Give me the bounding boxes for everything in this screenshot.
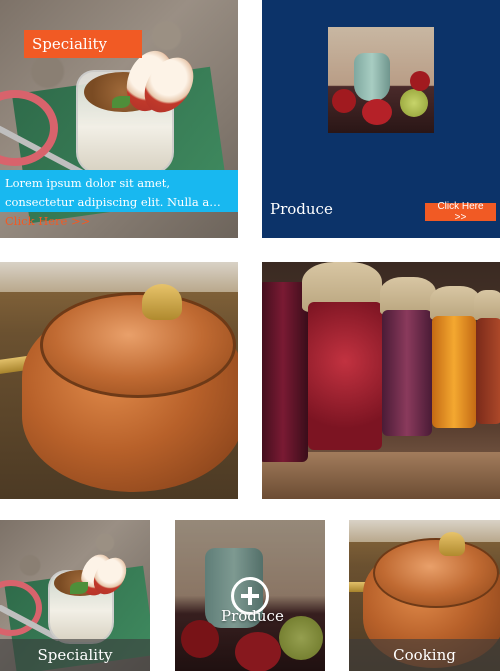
jar-image <box>262 282 308 462</box>
cooking-thumbnail[interactable]: Cooking <box>349 520 500 671</box>
click-here-button[interactable]: Click Here >> <box>425 201 496 223</box>
background-plate <box>0 262 238 292</box>
produce-caption: Produce <box>221 607 284 625</box>
jar-cloth-image <box>474 290 500 320</box>
pot-lid-image <box>373 538 499 608</box>
mint-leaf-image <box>70 582 88 594</box>
produce-image <box>328 27 434 133</box>
jar-image <box>382 310 432 436</box>
jar-image <box>432 316 476 428</box>
pomegranate-image <box>362 99 392 125</box>
speciality-tile[interactable]: Speciality Lorem ipsum dolor sit amet, c… <box>0 0 238 238</box>
caption-text: Lorem ipsum dolor sit amet, consectetur … <box>5 176 221 209</box>
jam-jars-image <box>262 262 500 499</box>
copper-pot-image <box>0 262 238 499</box>
mint-leaf-image <box>112 96 130 108</box>
grapes-image <box>400 89 428 117</box>
cooking-caption-bar: Cooking <box>349 639 500 671</box>
produce-title: Produce <box>270 200 333 218</box>
pot-lid-image <box>40 292 236 398</box>
pitcher-image <box>354 53 390 101</box>
produce-thumbnail[interactable]: Produce <box>175 520 325 671</box>
speciality-caption-bar: Speciality <box>0 639 150 671</box>
speciality-caption: Lorem ipsum dolor sit amet, consectetur … <box>0 170 238 228</box>
jar-cloth-image <box>430 286 480 320</box>
click-here-link[interactable]: Click Here >> <box>5 214 90 228</box>
produce-tile[interactable]: Produce Click Here >> <box>262 0 500 238</box>
speciality-thumbnail[interactable]: Speciality <box>0 520 150 671</box>
speciality-label: Speciality <box>24 30 142 58</box>
pot-knob-image <box>142 284 182 320</box>
jar-image <box>476 318 500 424</box>
pomegranate-image <box>332 89 356 113</box>
pot-knob-image <box>439 532 465 556</box>
jar-image <box>308 302 382 450</box>
pomegranate-image <box>410 71 430 91</box>
